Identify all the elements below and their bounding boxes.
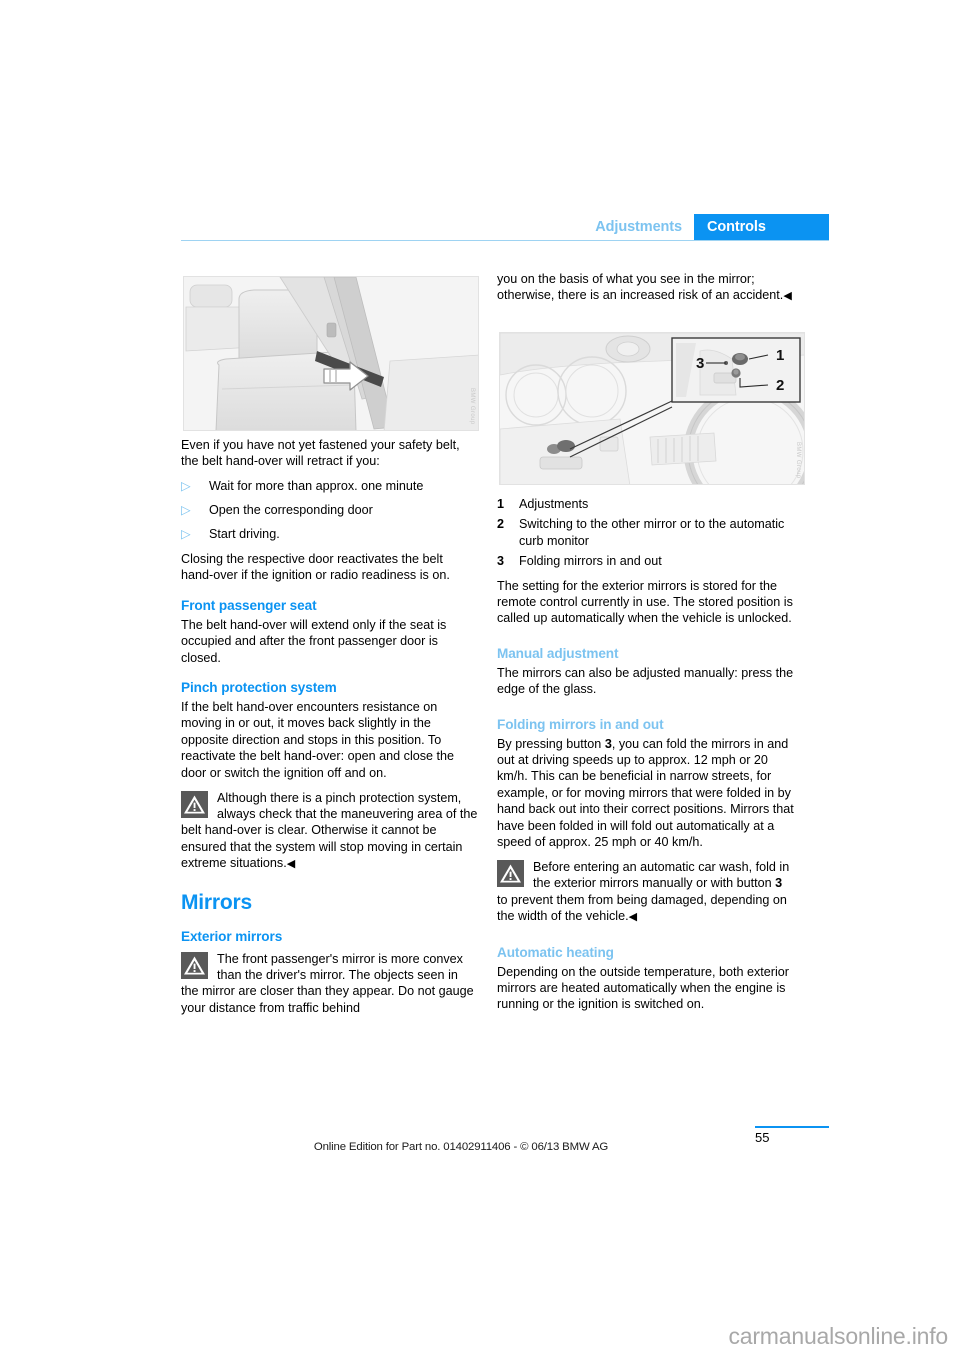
folding-mirrors-paragraph: By pressing button 3, you can fold the m…: [497, 736, 794, 851]
right-column-lower: 1 Adjustments 2 Switching to the other m…: [497, 496, 794, 1021]
retract-conditions-list: ▷ Wait for more than approx. one minute …: [181, 478, 478, 542]
list-item: ▷ Start driving.: [181, 526, 478, 542]
front-passenger-seat-paragraph: The belt hand-over will extend only if t…: [181, 617, 447, 665]
manual-adjustment-paragraph: The mirrors can also be adjusted manuall…: [497, 665, 794, 697]
continued-warning-paragraph: you on the basis of what you see in the …: [497, 271, 794, 305]
figure-cockpit-mirror-controls: 1 2 3 BMW Group: [499, 332, 805, 485]
footer-edition-note: Online Edition for Part no. 01402911406 …: [313, 1141, 609, 1153]
pinch-protection-paragraph: If the belt hand-over encounters resista…: [181, 700, 455, 780]
warning-end-mark: ◀: [628, 911, 638, 924]
legend-number: 3: [497, 554, 505, 569]
legend-number: 2: [497, 517, 505, 532]
figure-watermark: BMW Group: [795, 442, 801, 479]
heading-mirrors: Mirrors: [181, 890, 252, 914]
legend-number: 1: [497, 497, 505, 511]
triangle-bullet-icon: ▷: [181, 527, 191, 542]
heading-pinch-protection-system: Pinch protection system: [181, 680, 337, 696]
left-column: Even if you have not yet fastened your s…: [181, 437, 478, 1025]
mirror-controls-legend: 1 Adjustments 2 Switching to the other m…: [497, 496, 794, 570]
warning-text-part2: to prevent them from being damaged, depe…: [497, 892, 787, 924]
cockpit-illustration-graphic: 1 2 3: [500, 333, 804, 484]
seat-belt-illustration-graphic: [184, 277, 478, 430]
legend-label: Folding mirrors in and out: [519, 554, 662, 569]
folding-text-part1: By pressing button: [497, 736, 605, 751]
warning-block-car-wash: Before entering an automatic car wash, f…: [497, 859, 794, 926]
legend-label: Adjustments: [519, 497, 589, 511]
warning-text: The front passenger's mirror is more con…: [181, 951, 474, 1015]
header-section-tab: Controls: [694, 214, 829, 240]
heading-front-passenger-seat: Front passenger seat: [181, 597, 317, 613]
list-item-label: Open the corresponding door: [209, 503, 373, 518]
running-header: Adjustments Controls: [181, 214, 829, 240]
svg-text:2: 2: [776, 377, 784, 394]
svg-text:1: 1: [776, 347, 784, 364]
list-item: 1 Adjustments: [497, 496, 794, 512]
manual-page: Adjustments Controls BMW Group 1 2 3 BMW…: [0, 0, 960, 1358]
automatic-heating-paragraph: Depending on the outside temperature, bo…: [497, 964, 789, 1012]
legend-note-paragraph: The setting for the exterior mirrors is …: [497, 578, 793, 626]
legend-label: Switching to the other mirror or to the …: [519, 517, 785, 548]
continued-warning-end-mark: ◀: [783, 290, 792, 303]
heading-automatic-heating: Automatic heating: [497, 944, 614, 960]
header-divider: [181, 240, 829, 241]
figure-watermark: BMW Group: [469, 388, 475, 425]
heading-exterior-mirrors: Exterior mirrors: [181, 928, 283, 944]
footer-divider: [755, 1126, 829, 1128]
page-number: 55: [755, 1130, 770, 1145]
continued-warning-text: you on the basis of what you see in the …: [497, 272, 784, 303]
list-item: 2 Switching to the other mirror or to th…: [497, 516, 794, 549]
warning-text: Although there is a pinch protection sys…: [181, 790, 478, 871]
triangle-bullet-icon: ▷: [181, 503, 191, 518]
list-item-label: Wait for more than approx. one minute: [209, 479, 424, 494]
warning-button-reference: 3: [775, 876, 783, 891]
right-column: you on the basis of what you see in the …: [497, 271, 794, 313]
warning-end-mark: ◀: [286, 858, 296, 871]
figure-seat-belt-hand-over: BMW Group: [183, 276, 479, 431]
triangle-bullet-icon: ▷: [181, 479, 191, 494]
warning-triangle-icon: [181, 790, 208, 818]
warning-triangle-icon: [497, 860, 524, 887]
list-item: ▷ Open the corresponding door: [181, 502, 478, 518]
heading-folding-mirrors: Folding mirrors in and out: [497, 716, 664, 732]
svg-text:3: 3: [696, 355, 704, 372]
site-watermark: carmanualsonline.info: [728, 1323, 948, 1349]
button-reference: 3: [604, 736, 612, 751]
list-item-label: Start driving.: [209, 527, 280, 542]
warning-text-part1: Before entering an automatic car wash, f…: [533, 860, 790, 891]
warning-block-exterior-mirrors: The front passenger's mirror is more con…: [181, 951, 478, 1017]
heading-manual-adjustment: Manual adjustment: [497, 645, 619, 661]
list-item: ▷ Wait for more than approx. one minute: [181, 478, 478, 494]
warning-triangle-icon: [181, 951, 208, 979]
closing-door-paragraph: Closing the respective door reactivates …: [181, 552, 450, 583]
header-chapter-label: Adjustments: [595, 219, 682, 235]
folding-text-part2: , you can fold the mirrors in and out at…: [497, 736, 794, 850]
intro-paragraph: Even if you have not yet fastened your s…: [181, 438, 460, 469]
list-item: 3 Folding mirrors in and out: [497, 553, 794, 569]
warning-block-pinch-protection: Although there is a pinch protection sys…: [181, 790, 478, 873]
